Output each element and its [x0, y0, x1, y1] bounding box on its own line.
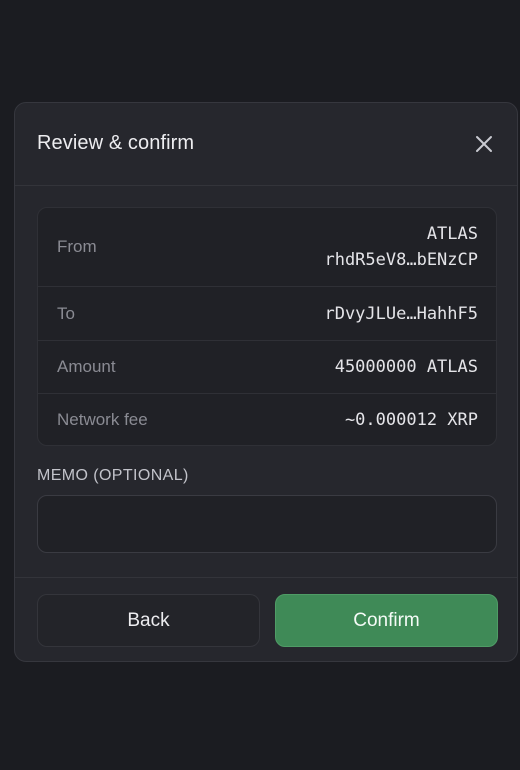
from-label: From	[57, 237, 97, 256]
memo-label: MEMO (OPTIONAL)	[37, 467, 189, 484]
fee-value: ~0.000012 XRP	[344, 409, 478, 430]
fee-label: Network fee	[57, 409, 148, 429]
from-address: rhdR5eV8…bENzCP	[324, 250, 478, 270]
close-button[interactable]	[471, 131, 497, 157]
to-label: To	[57, 303, 75, 323]
close-icon	[476, 136, 492, 152]
amount-value: 45000000 ATLAS	[334, 357, 478, 377]
back-button[interactable]: Back	[37, 594, 260, 647]
from-value: ATLAS rhdR5eV8…bENzCP	[324, 221, 478, 273]
review-dialog: Review & confirm From ATLAS rhdR5eV8…bEN…	[14, 102, 518, 662]
to-address: rDvyJLUe…HahhF5	[324, 303, 478, 324]
memo-input[interactable]	[37, 495, 497, 553]
confirm-button[interactable]: Confirm	[275, 594, 498, 647]
amount-label: Amount	[57, 357, 116, 376]
transaction-summary: From ATLAS rhdR5eV8…bENzCP To rDvyJLUe…H…	[37, 207, 497, 446]
summary-row-amount: Amount 45000000 ATLAS	[38, 341, 496, 394]
dialog-header: Review & confirm	[15, 103, 517, 186]
summary-row-from: From ATLAS rhdR5eV8…bENzCP	[38, 208, 496, 287]
summary-row-fee: Network fee ~0.000012 XRP	[38, 394, 496, 445]
dialog-title: Review & confirm	[37, 132, 195, 154]
from-token: ATLAS	[426, 224, 478, 244]
summary-row-to: To rDvyJLUe…HahhF5	[38, 287, 496, 341]
dialog-footer: Back Confirm	[15, 577, 517, 661]
